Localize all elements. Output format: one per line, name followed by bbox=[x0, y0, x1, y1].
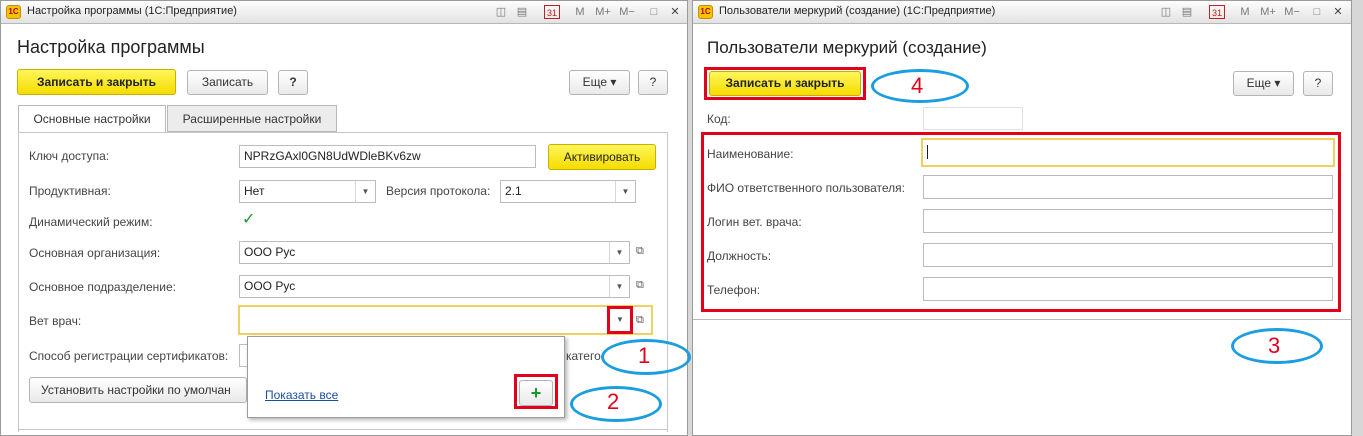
app-1c-icon: 1C bbox=[6, 5, 21, 19]
code-label: Код: bbox=[707, 112, 731, 126]
protocol-select[interactable]: 2.1 ▼ bbox=[500, 180, 636, 203]
close-icon[interactable]: ✕ bbox=[1331, 5, 1345, 19]
set-defaults-button[interactable]: Установить настройки по умолчан bbox=[29, 377, 247, 403]
main-org-label: Основная организация: bbox=[29, 246, 161, 260]
tab-advanced-settings[interactable]: Расширенные настройки bbox=[167, 105, 337, 132]
productive-label: Продуктивная: bbox=[29, 184, 111, 198]
highlight-save-close bbox=[704, 67, 866, 100]
highlight-add-button bbox=[514, 374, 558, 409]
highlight-dropdown-chevron bbox=[607, 306, 633, 334]
main-division-value: ООО Рус bbox=[244, 279, 296, 293]
window-doc-icon[interactable]: ▤ bbox=[515, 5, 529, 19]
main-org-value: ООО Рус bbox=[244, 245, 296, 259]
annotation-number-2: 2 bbox=[607, 389, 620, 414]
checkmark-icon[interactable]: ✓ bbox=[242, 209, 255, 229]
window-link-icon[interactable]: ◫ bbox=[1159, 5, 1173, 19]
calendar-icon[interactable]: 31 bbox=[544, 5, 560, 19]
cert-category-text: катего bbox=[566, 349, 601, 363]
highlight-form-fields bbox=[701, 132, 1341, 312]
help-button-right[interactable]: ? bbox=[638, 70, 668, 95]
memory-minus-icon[interactable]: M− bbox=[617, 5, 637, 19]
window-title: Настройка программы (1С:Предприятие) bbox=[27, 5, 237, 17]
more-button[interactable]: Еще ▾ bbox=[1233, 71, 1294, 96]
vet-select[interactable] bbox=[238, 305, 653, 335]
app-1c-icon: 1C bbox=[698, 5, 713, 19]
window-link-icon[interactable]: ◫ bbox=[494, 5, 508, 19]
bottom-border bbox=[18, 429, 668, 430]
page-title: Настройка программы bbox=[17, 37, 205, 57]
more-button[interactable]: Еще ▾ bbox=[569, 70, 630, 95]
dynamic-mode-label: Динамический режим: bbox=[29, 215, 153, 229]
help-button[interactable]: ? bbox=[1303, 71, 1333, 96]
annotation-number-1: 1 bbox=[638, 343, 651, 368]
productive-select[interactable]: Нет ▼ bbox=[239, 180, 376, 203]
close-icon[interactable]: ✕ bbox=[668, 5, 682, 19]
open-icon[interactable]: ⧉ bbox=[636, 279, 644, 292]
maximize-icon[interactable]: □ bbox=[647, 5, 661, 19]
help-button[interactable]: ? bbox=[278, 70, 308, 95]
window-doc-icon[interactable]: ▤ bbox=[1180, 5, 1194, 19]
vet-label: Вет врач: bbox=[29, 314, 82, 328]
title-bar: 1C Настройка программы (1С:Предприятие) … bbox=[1, 1, 687, 24]
protocol-value: 2.1 bbox=[505, 184, 522, 198]
show-all-link[interactable]: Показать все bbox=[265, 388, 338, 402]
memory-icon[interactable]: M bbox=[1238, 5, 1252, 19]
activate-button[interactable]: Активировать bbox=[548, 144, 656, 170]
save-and-close-button[interactable]: Записать и закрыть bbox=[17, 69, 176, 95]
window-title: Пользователи меркурий (создание) (1С:Пре… bbox=[719, 5, 996, 17]
chevron-down-icon[interactable]: ▼ bbox=[609, 242, 629, 263]
page-title: Пользователи меркурий (создание) bbox=[707, 38, 987, 57]
settings-window: 1C Настройка программы (1С:Предприятие) … bbox=[0, 0, 691, 436]
productive-value: Нет bbox=[244, 184, 265, 198]
main-division-select[interactable]: ООО Рус ▼ bbox=[239, 275, 630, 298]
annotation-number-3: 3 bbox=[1268, 333, 1281, 358]
tab-main-settings[interactable]: Основные настройки bbox=[18, 105, 166, 133]
main-org-select[interactable]: ООО Рус ▼ bbox=[239, 241, 630, 264]
chevron-down-icon[interactable]: ▼ bbox=[609, 276, 629, 297]
maximize-icon[interactable]: □ bbox=[1310, 5, 1324, 19]
access-key-label: Ключ доступа: bbox=[29, 149, 110, 163]
chevron-down-icon[interactable]: ▼ bbox=[615, 181, 635, 202]
form-bottom-border bbox=[693, 319, 1351, 320]
annotation-number-4: 4 bbox=[911, 73, 924, 98]
code-input[interactable] bbox=[923, 107, 1023, 130]
memory-minus-icon[interactable]: M− bbox=[1282, 5, 1302, 19]
chevron-down-icon[interactable]: ▼ bbox=[355, 181, 375, 202]
memory-plus-icon[interactable]: M+ bbox=[593, 5, 613, 19]
protocol-label: Версия протокола: bbox=[386, 184, 491, 198]
title-bar: 1C Пользователи меркурий (создание) (1С:… bbox=[693, 1, 1351, 24]
cert-reg-label: Способ регистрации сертификатов: bbox=[29, 349, 229, 363]
calendar-icon[interactable]: 31 bbox=[1209, 5, 1225, 19]
mercury-users-window: 1C Пользователи меркурий (создание) (1С:… bbox=[692, 0, 1352, 436]
memory-plus-icon[interactable]: M+ bbox=[1258, 5, 1278, 19]
main-division-label: Основное подразделение: bbox=[29, 280, 176, 294]
memory-icon[interactable]: M bbox=[573, 5, 587, 19]
open-icon[interactable]: ⧉ bbox=[636, 314, 644, 327]
access-key-input[interactable]: NPRzGAxl0GN8UdWDleBKv6zw bbox=[239, 145, 536, 168]
open-icon[interactable]: ⧉ bbox=[636, 245, 644, 258]
save-button[interactable]: Записать bbox=[187, 70, 268, 95]
